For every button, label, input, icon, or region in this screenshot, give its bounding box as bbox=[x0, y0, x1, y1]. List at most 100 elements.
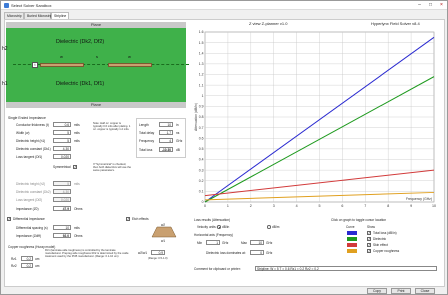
comment-label: Comment for clipboard or printer: bbox=[194, 267, 241, 271]
y-tick-label: 0.7 bbox=[199, 126, 204, 130]
h1-field[interactable]: 5 bbox=[53, 138, 71, 143]
close-button[interactable]: Close bbox=[415, 288, 435, 294]
zdiff-value: 92.0 bbox=[53, 233, 71, 238]
y-tick-label: 1.4 bbox=[199, 51, 204, 55]
x-tick-label: 6 bbox=[341, 204, 343, 208]
thickness-field[interactable]: 0.6 bbox=[53, 122, 71, 127]
loss-results-heading: Loss results (Attenuation) bbox=[194, 218, 231, 222]
delay-field: 1.7 bbox=[159, 130, 173, 135]
etch-ratio-label: w2/w1 bbox=[138, 251, 148, 255]
thickness-label: t bbox=[32, 62, 38, 68]
legend-label-total: Total loss (dB/in) bbox=[373, 231, 397, 235]
attenuation-chart[interactable]: 0 1 2 3 4 5 6 7 8 9 10 0 0.1 0.2 0.3 0.4 0.5 0.6 0.7 0.8 0.9… bbox=[193, 28, 438, 215]
single-ended-heading: Single Ended Impedance bbox=[8, 116, 46, 120]
y-tick-label: 0 bbox=[202, 200, 204, 204]
tab-buried-microstrip[interactable]: Buried Microstrip bbox=[24, 12, 52, 19]
y-tick-label: 1.1 bbox=[199, 83, 204, 87]
y-tick-label: 1.2 bbox=[199, 73, 204, 77]
close-icon[interactable]: × bbox=[436, 1, 447, 10]
min-field[interactable]: 1 bbox=[206, 240, 220, 245]
right-trace bbox=[108, 63, 152, 67]
y-axis-label: Attenuation (dB/in) bbox=[194, 103, 198, 131]
etch-range-note: (Range: 0.5-1.0) bbox=[148, 257, 168, 260]
total-loss-label: Total loss bbox=[139, 148, 153, 152]
legend-show-total[interactable]: ✓ bbox=[367, 231, 371, 235]
y-tick-label: 0.1 bbox=[199, 190, 204, 194]
legend-show-dielectric[interactable]: ✓ bbox=[367, 237, 371, 241]
differential-checkbox[interactable]: ✓ bbox=[7, 217, 11, 221]
rz2-label: Rz2 bbox=[11, 264, 17, 268]
db-per-in-label: dB/in bbox=[222, 225, 230, 229]
legend-swatch-total bbox=[347, 231, 357, 235]
h2-label-row: Dielectric height (h2) bbox=[16, 182, 46, 186]
x-tick-label: 9 bbox=[410, 204, 412, 208]
x-tick-label: 0 bbox=[204, 204, 206, 208]
legend-show-skin[interactable]: ✓ bbox=[367, 243, 371, 247]
total-loss-field: -10.30 bbox=[159, 147, 173, 152]
diff-spacing-label: Differential spacing (s) bbox=[16, 226, 48, 230]
h2-field[interactable]: 5 bbox=[53, 181, 71, 186]
freq-axis-heading: Horizontal axis (Frequency) bbox=[194, 233, 233, 237]
db-per-in-radio[interactable] bbox=[217, 225, 221, 229]
diff-spacing-field[interactable]: 10 bbox=[53, 225, 71, 230]
width-field[interactable]: 5 bbox=[53, 130, 71, 135]
rz1-field[interactable]: 0.2 bbox=[21, 256, 33, 261]
etch-w1-label: w1 bbox=[161, 239, 166, 243]
window-title: Select Solver Sandbox bbox=[11, 3, 52, 8]
x-tick-label: 3 bbox=[273, 204, 275, 208]
print-button[interactable]: Print bbox=[391, 288, 411, 294]
dk1-field[interactable]: 4.30 bbox=[53, 146, 71, 151]
etch-w2-label: w2 bbox=[161, 223, 166, 227]
df2-label: Loss tangent (Df2) bbox=[16, 198, 43, 202]
maximize-icon[interactable]: □ bbox=[425, 1, 436, 10]
length-field[interactable]: 10 bbox=[159, 122, 173, 127]
symmetrical-checkbox[interactable]: ✓ bbox=[73, 165, 77, 169]
differential-label: Differential Impedance bbox=[13, 217, 45, 221]
z0-unit: Ohms bbox=[74, 207, 83, 211]
y-tick-label: 1.3 bbox=[199, 62, 204, 66]
y-tick-label: 0.6 bbox=[199, 136, 204, 140]
tab-microstrip[interactable]: Microstrip bbox=[4, 12, 24, 19]
y-tick-label: 0.8 bbox=[199, 115, 204, 119]
width-unit: mils bbox=[74, 131, 80, 135]
y-tick-label: 0.4 bbox=[199, 158, 204, 162]
x-tick-label: 4 bbox=[296, 204, 298, 208]
db-per-m-label: dB/m bbox=[272, 225, 280, 229]
rz1-unit: um bbox=[35, 257, 40, 261]
comment-field[interactable]: Stripline: W = 5 T = 0.6 Rz1 = 0.2 Rz2 =… bbox=[255, 266, 437, 271]
width-label-row: Width (w) bbox=[16, 131, 30, 135]
dk2-field[interactable]: 4.30 bbox=[53, 189, 71, 194]
diff-spacing-unit: mils bbox=[74, 226, 80, 230]
symmetrical-note: If "Symmetrical" is checked, then both d… bbox=[93, 163, 131, 173]
legend-show-roughness[interactable]: ✓ bbox=[367, 249, 371, 253]
dominant-label: Dielectric loss dominates at: bbox=[206, 251, 246, 255]
app-window: Select Solver Sandbox – □ × Microstrip B… bbox=[0, 0, 448, 295]
rz2-field[interactable]: 0.2 bbox=[21, 263, 33, 268]
thickness-unit: mils bbox=[74, 123, 80, 127]
length-unit: in bbox=[176, 123, 179, 127]
h1-label: h1 bbox=[2, 81, 8, 87]
delay-unit: ns bbox=[176, 131, 180, 135]
zdiff-label: Impedance (Zdiff) bbox=[16, 234, 41, 238]
units-label: Velocity units: bbox=[197, 225, 217, 229]
max-field[interactable]: 10 bbox=[250, 240, 264, 245]
h1-unit: mils bbox=[74, 139, 80, 143]
frequency-unit: GHz bbox=[176, 139, 183, 143]
symmetrical-label: Symmetrical bbox=[53, 165, 71, 169]
df1-label: Loss tangent (Df1) bbox=[16, 155, 43, 159]
etch-checkbox[interactable]: ✓ bbox=[126, 217, 130, 221]
minimize-icon[interactable]: – bbox=[414, 1, 425, 10]
db-per-m-radio[interactable] bbox=[267, 225, 271, 229]
etch-ratio-field[interactable]: 0.9 bbox=[151, 250, 165, 255]
copy-button[interactable]: Copy bbox=[367, 288, 387, 294]
z0-value: 47.9 bbox=[53, 206, 71, 211]
y-tick-label: 1 bbox=[202, 94, 204, 98]
app-icon bbox=[4, 3, 9, 8]
dominant-field: 0 bbox=[250, 250, 264, 255]
df1-field[interactable]: 0.020 bbox=[53, 154, 71, 159]
df2-field[interactable]: 0.020 bbox=[53, 197, 71, 202]
x-tick-label: 1 bbox=[227, 204, 229, 208]
frequency-field[interactable]: 4 bbox=[159, 138, 173, 143]
header-left-title: Z view Z-planner v1.0 bbox=[249, 21, 288, 26]
h1-label-row: Dielectric height (h1) bbox=[16, 139, 46, 143]
